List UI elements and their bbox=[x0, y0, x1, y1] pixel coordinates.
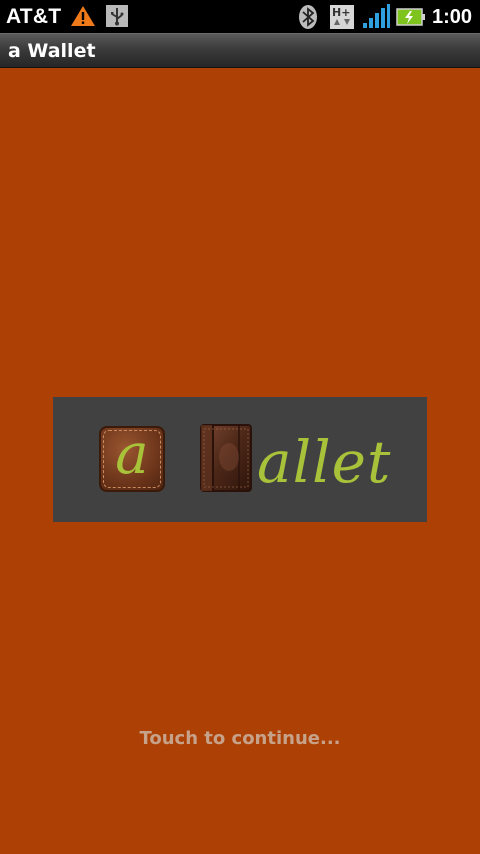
usb-icon bbox=[106, 4, 128, 32]
warning-icon bbox=[70, 4, 96, 32]
touch-to-continue-label[interactable]: Touch to continue... bbox=[0, 726, 480, 752]
status-bar: AT&T H+ 1:00 bbox=[0, 0, 480, 33]
app-title: a Wallet bbox=[8, 40, 96, 62]
battery-charging-icon bbox=[396, 4, 426, 34]
title-bar: a Wallet bbox=[0, 33, 480, 68]
svg-text:H+: H+ bbox=[332, 6, 350, 19]
wallet-icon bbox=[199, 423, 253, 493]
app-logo[interactable]: a allet bbox=[53, 397, 427, 522]
carrier-name: AT&T bbox=[6, 5, 62, 28]
leather-tile-icon: a bbox=[99, 426, 165, 492]
logo-letter-a: a bbox=[115, 422, 149, 487]
bluetooth-icon bbox=[298, 4, 318, 34]
logo-word-allet: allet bbox=[257, 428, 392, 496]
clock: 1:00 bbox=[431, 6, 472, 28]
signal-icon bbox=[362, 4, 390, 34]
hplus-network-icon: H+ bbox=[330, 4, 354, 34]
